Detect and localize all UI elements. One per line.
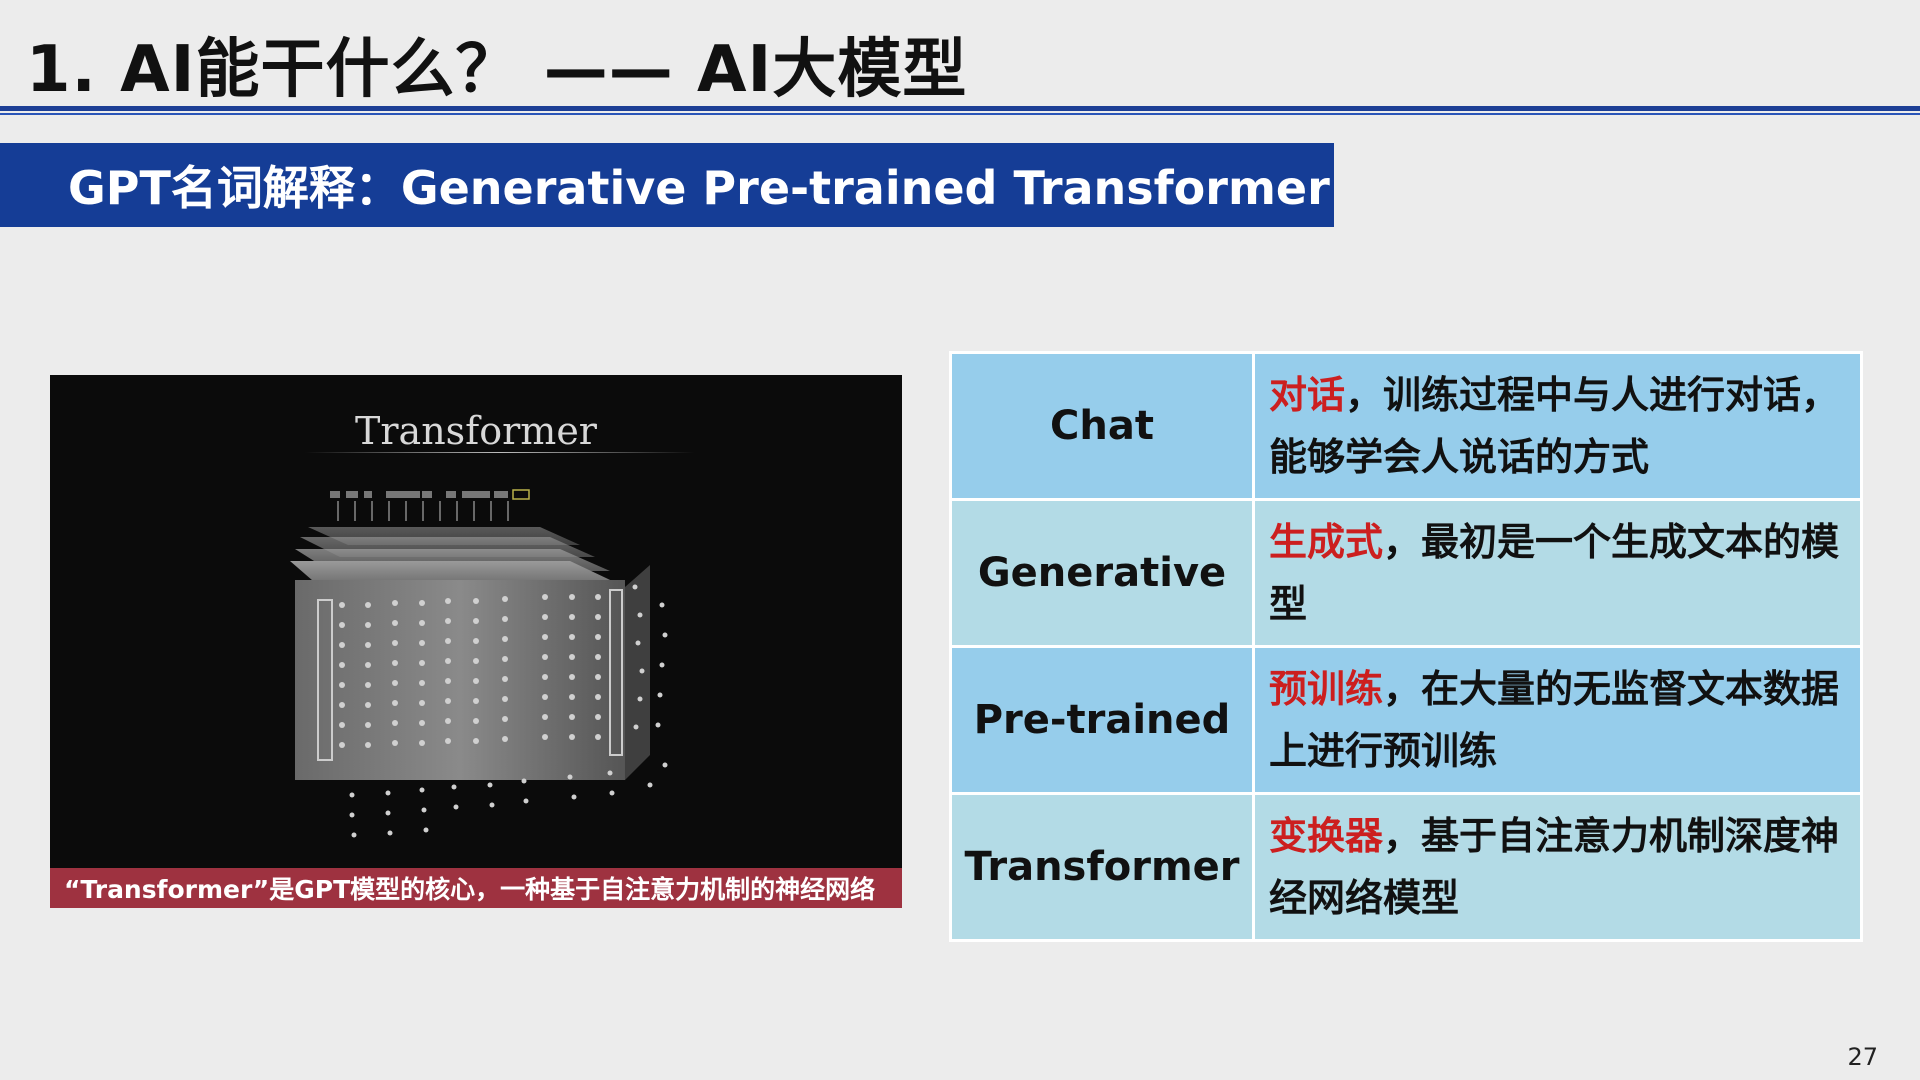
gpt-terms-table: Chat 对话，训练过程中与人进行对话，能够学会人说话的方式 Generativ… xyxy=(949,351,1863,942)
slide-title: 1. AI能干什么？ —— AI大模型 xyxy=(26,33,968,107)
title-divider xyxy=(0,106,1920,111)
definition-cell: 预训练，在大量的无监督文本数据上进行预训练 xyxy=(1252,645,1863,795)
definition-highlight: 生成式 xyxy=(1269,520,1384,564)
title-divider-thin xyxy=(0,113,1920,115)
table-row: Generative 生成式，最初是一个生成文本的模型 xyxy=(949,498,1863,648)
transformer-architecture-illustration xyxy=(290,489,668,838)
definition-highlight: 对话 xyxy=(1269,373,1346,417)
definition-cell: 对话，训练过程中与人进行对话，能够学会人说话的方式 xyxy=(1252,351,1863,501)
table-row: Transformer 变换器，基于自注意力机制深度神经网络模型 xyxy=(949,792,1863,942)
definition-highlight: 预训练 xyxy=(1269,667,1384,711)
term-cell: Pre-trained xyxy=(949,645,1255,795)
gpt-definition-banner: GPT名词解释：Generative Pre-trained Transform… xyxy=(0,143,1334,227)
transformer-video-frame[interactable]: Transformer “Transformer”是GPT模型的核心，一种基于自… xyxy=(50,375,902,908)
token-boxes xyxy=(330,489,530,500)
table-row: Pre-trained 预训练，在大量的无监督文本数据上进行预训练 xyxy=(949,645,1863,795)
video-caption: “Transformer”是GPT模型的核心，一种基于自注意力机制的神经网络 xyxy=(50,868,902,908)
term-cell: Transformer xyxy=(949,792,1255,942)
definition-cell: 生成式，最初是一个生成文本的模型 xyxy=(1252,498,1863,648)
token-lines xyxy=(337,501,509,521)
term-cell: Generative xyxy=(949,498,1255,648)
page-number: 27 xyxy=(1847,1043,1878,1071)
definition-text: ，训练过程中与人进行对话，能够学会人说话的方式 xyxy=(1269,373,1840,479)
definition-cell: 变换器，基于自注意力机制深度神经网络模型 xyxy=(1252,792,1863,942)
term-cell: Chat xyxy=(949,351,1255,501)
table-row: Chat 对话，训练过程中与人进行对话，能够学会人说话的方式 xyxy=(949,351,1863,501)
transformer-block-stack xyxy=(290,527,650,780)
definition-highlight: 变换器 xyxy=(1269,814,1384,858)
